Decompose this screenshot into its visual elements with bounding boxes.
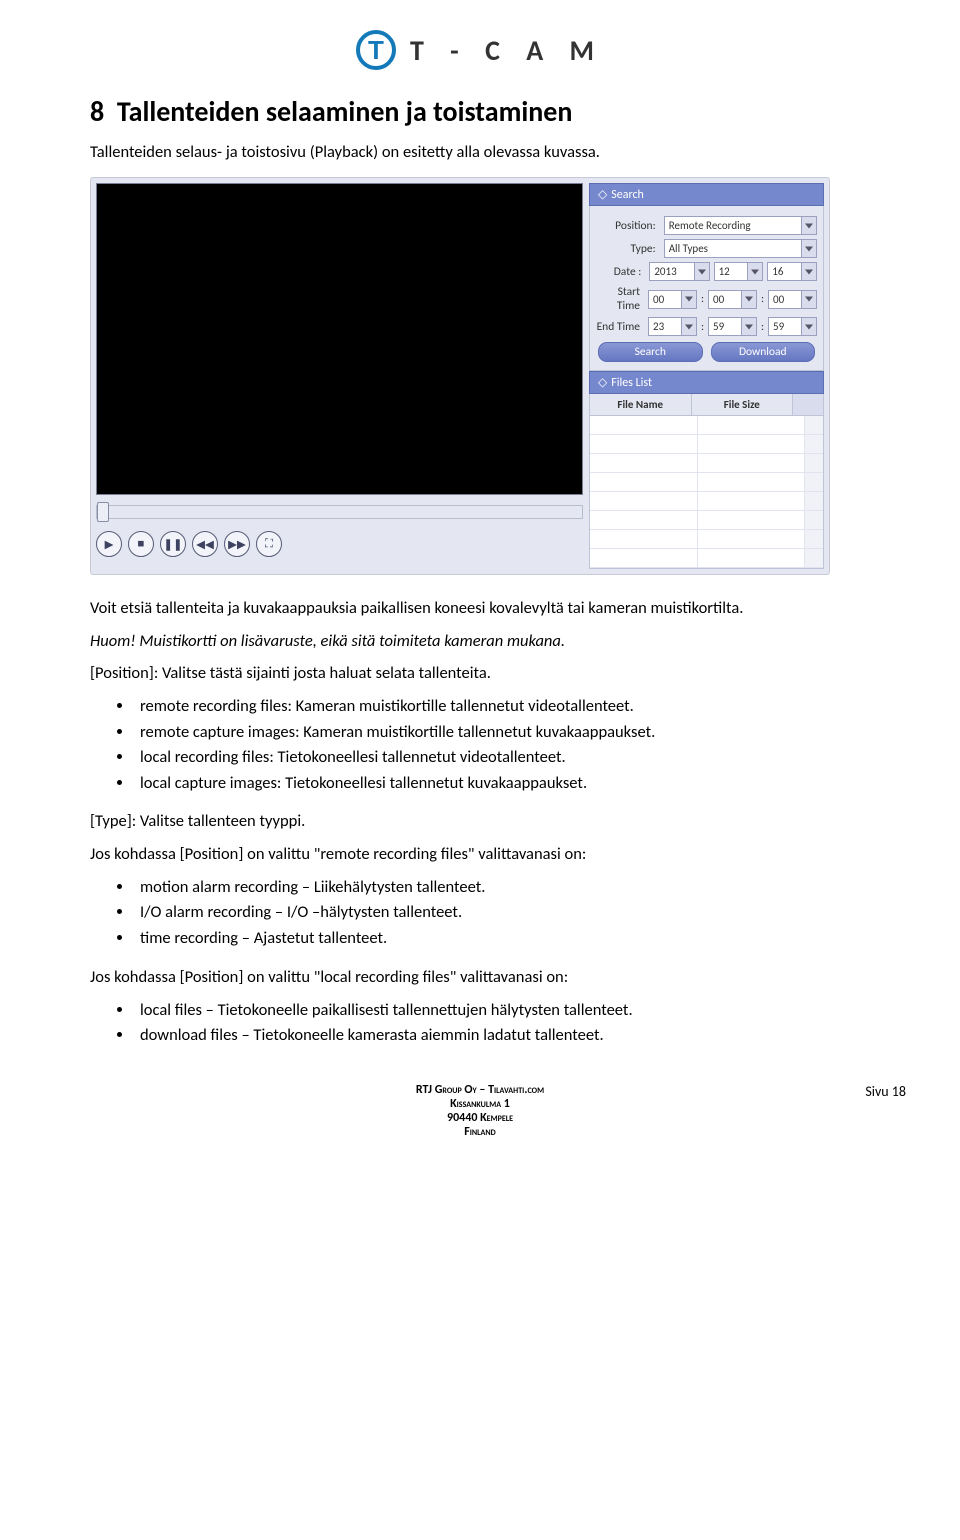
- logo-icon: T: [356, 30, 396, 70]
- footer-line-1: RTJ Group Oy – Tilavahti.com: [90, 1083, 870, 1097]
- play-button[interactable]: ▶: [96, 531, 122, 557]
- list-item: remote capture images: Kameran muistikor…: [134, 720, 870, 746]
- bullet-list-2: motion alarm recording – Liikehälytysten…: [90, 875, 870, 952]
- list-item: download files – Tietokoneelle kamerasta…: [134, 1023, 870, 1049]
- type-select[interactable]: All Types: [664, 239, 817, 258]
- playback-slider[interactable]: [96, 505, 583, 519]
- end-h-select[interactable]: 23: [648, 317, 697, 336]
- next-button[interactable]: ▶▶: [224, 531, 250, 557]
- list-item: local capture images: Tietokoneellesi ta…: [134, 771, 870, 797]
- search-panel-body: Position: Remote Recording Type: All Typ…: [589, 206, 824, 371]
- page-footer: RTJ Group Oy – Tilavahti.com Kissankulma…: [90, 1083, 870, 1139]
- page-heading: 8 Tallenteiden selaaminen ja toistaminen: [90, 94, 870, 129]
- start-m-select[interactable]: 00: [708, 290, 757, 309]
- type-label: Type:: [596, 242, 660, 256]
- para-note: Huom! Muistikortti on lisävaruste, eikä …: [90, 630, 870, 652]
- scrollbar-head: [793, 394, 823, 415]
- position-label: Position:: [596, 219, 660, 233]
- table-row[interactable]: [590, 530, 823, 549]
- search-button[interactable]: Search: [598, 342, 703, 362]
- collapse-icon: ◇: [598, 187, 607, 202]
- list-item: time recording – Ajastetut tallenteet.: [134, 926, 870, 952]
- list-item: I/O alarm recording – I/O –hälytysten ta…: [134, 900, 870, 926]
- slider-handle[interactable]: [97, 502, 109, 522]
- table-row[interactable]: [590, 473, 823, 492]
- intro-paragraph: Tallenteiden selaus- ja toistosivu (Play…: [90, 141, 870, 163]
- position-select[interactable]: Remote Recording: [664, 216, 817, 235]
- list-item: local recording files: Tietokoneellesi t…: [134, 745, 870, 771]
- files-table: File Name File Size: [589, 394, 824, 569]
- prev-button[interactable]: ◀◀: [192, 531, 218, 557]
- collapse-icon: ◇: [598, 375, 607, 390]
- table-row[interactable]: [590, 454, 823, 473]
- files-panel-header[interactable]: ◇ Files List: [589, 371, 824, 394]
- bullet-list-1: remote recording files: Kameran muistiko…: [90, 694, 870, 796]
- para-type: [Type]: Valitse tallenteen tyyppi.: [90, 810, 870, 832]
- video-preview: [96, 183, 583, 495]
- end-time-label: End Time: [596, 320, 644, 334]
- list-item: local files – Tietokoneelle paikallisest…: [134, 998, 870, 1024]
- table-row[interactable]: [590, 416, 823, 435]
- table-row[interactable]: [590, 549, 823, 568]
- para-local-select: Jos kohdassa [Position] on valittu "loca…: [90, 966, 870, 988]
- download-button[interactable]: Download: [711, 342, 816, 362]
- table-row[interactable]: [590, 492, 823, 511]
- files-panel-title: Files List: [611, 376, 652, 390]
- search-panel-header[interactable]: ◇ Search: [589, 183, 824, 206]
- search-panel-title: Search: [611, 188, 644, 202]
- start-s-select[interactable]: 00: [768, 290, 817, 309]
- footer-line-3: 90440 Kempele: [90, 1111, 870, 1125]
- page-number: Sivu 18: [865, 1083, 906, 1100]
- date-month-select[interactable]: 12: [714, 262, 764, 281]
- fullscreen-button[interactable]: ⛶: [256, 531, 282, 557]
- end-m-select[interactable]: 59: [708, 317, 757, 336]
- footer-line-2: Kissankulma 1: [90, 1097, 870, 1111]
- stop-button[interactable]: ■: [128, 531, 154, 557]
- para-position: [Position]: Valitse tästä sijainti josta…: [90, 662, 870, 684]
- para-remote-select: Jos kohdassa [Position] on valittu "remo…: [90, 843, 870, 865]
- table-row[interactable]: [590, 435, 823, 454]
- bullet-list-3: local files – Tietokoneelle paikallisest…: [90, 998, 870, 1049]
- header-logo: T T - C A M: [90, 30, 870, 70]
- date-label: Date :: [596, 265, 645, 279]
- col-file-size: File Size: [692, 394, 794, 415]
- logo-text: T - C A M: [410, 33, 604, 68]
- pause-button[interactable]: ❚❚: [160, 531, 186, 557]
- start-time-label: Start Time: [596, 285, 644, 313]
- playback-screenshot: ▶ ■ ❚❚ ◀◀ ▶▶ ⛶ ◇ Search Position: Remote…: [90, 177, 830, 575]
- para-search-desc: Voit etsiä tallenteita ja kuvakaappauksi…: [90, 597, 870, 619]
- date-year-select[interactable]: 2013: [649, 262, 709, 281]
- list-item: remote recording files: Kameran muistiko…: [134, 694, 870, 720]
- date-day-select[interactable]: 16: [767, 262, 817, 281]
- col-file-name: File Name: [590, 394, 692, 415]
- footer-line-4: Finland: [90, 1125, 870, 1139]
- table-row[interactable]: [590, 511, 823, 530]
- start-h-select[interactable]: 00: [648, 290, 697, 309]
- end-s-select[interactable]: 59: [768, 317, 817, 336]
- list-item: motion alarm recording – Liikehälytysten…: [134, 875, 870, 901]
